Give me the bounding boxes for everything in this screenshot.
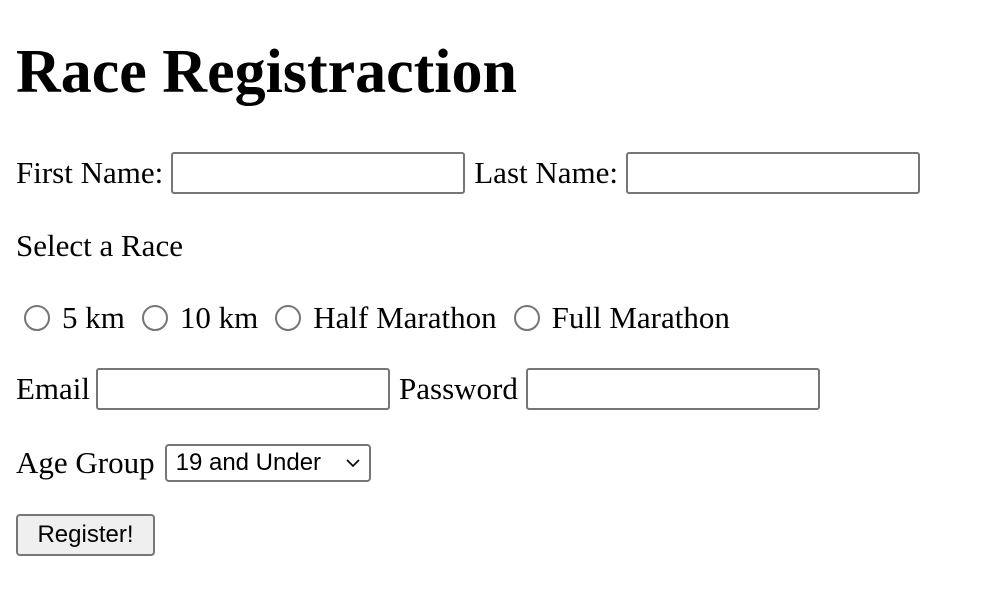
chevron-down-icon: [346, 459, 360, 468]
email-input[interactable]: [96, 368, 391, 410]
race-option-label: 10 km: [179, 300, 259, 335]
age-group-selected-value: 19 and Under: [175, 449, 322, 476]
race-heading: Select a Race: [16, 228, 183, 263]
race-option-half-marathon[interactable]: Half Marathon: [265, 298, 503, 338]
race-option-label: 5 km: [62, 300, 125, 335]
race-option-label: Half Marathon: [313, 300, 497, 335]
submit-row: Register!: [16, 514, 155, 556]
page-title: Race Registraction: [16, 38, 517, 106]
race-radio-5km[interactable]: [24, 305, 50, 331]
first-name-label: First Name:: [16, 155, 164, 190]
race-option-full-marathon[interactable]: Full Marathon: [504, 298, 737, 338]
race-options: 5 km 10 km Half Marathon Full Marathon: [16, 297, 737, 339]
password-input[interactable]: [525, 368, 820, 410]
race-radio-10km[interactable]: [141, 305, 168, 331]
credentials-row: Email Password: [16, 368, 820, 410]
race-option-5km[interactable]: 5 km: [14, 298, 132, 338]
last-name-label: Last Name:: [474, 155, 619, 190]
age-group-row: Age Group 19 and Under: [16, 444, 371, 482]
first-name-input[interactable]: [171, 152, 466, 194]
race-option-label: Full Marathon: [551, 300, 730, 335]
race-option-10km[interactable]: 10 km: [132, 298, 265, 338]
last-name-input[interactable]: [626, 152, 921, 194]
register-button[interactable]: Register!: [16, 514, 155, 556]
name-row: First Name: Last Name:: [16, 152, 921, 194]
age-group-select[interactable]: 19 and Under: [164, 444, 371, 482]
race-radio-half-marathon[interactable]: [275, 305, 302, 331]
email-label: Email: [16, 371, 91, 406]
age-group-label: Age Group: [16, 445, 155, 480]
race-radio-full-marathon[interactable]: [513, 305, 540, 331]
race-heading-row: Select a Race: [16, 226, 183, 266]
password-label: Password: [399, 371, 518, 406]
